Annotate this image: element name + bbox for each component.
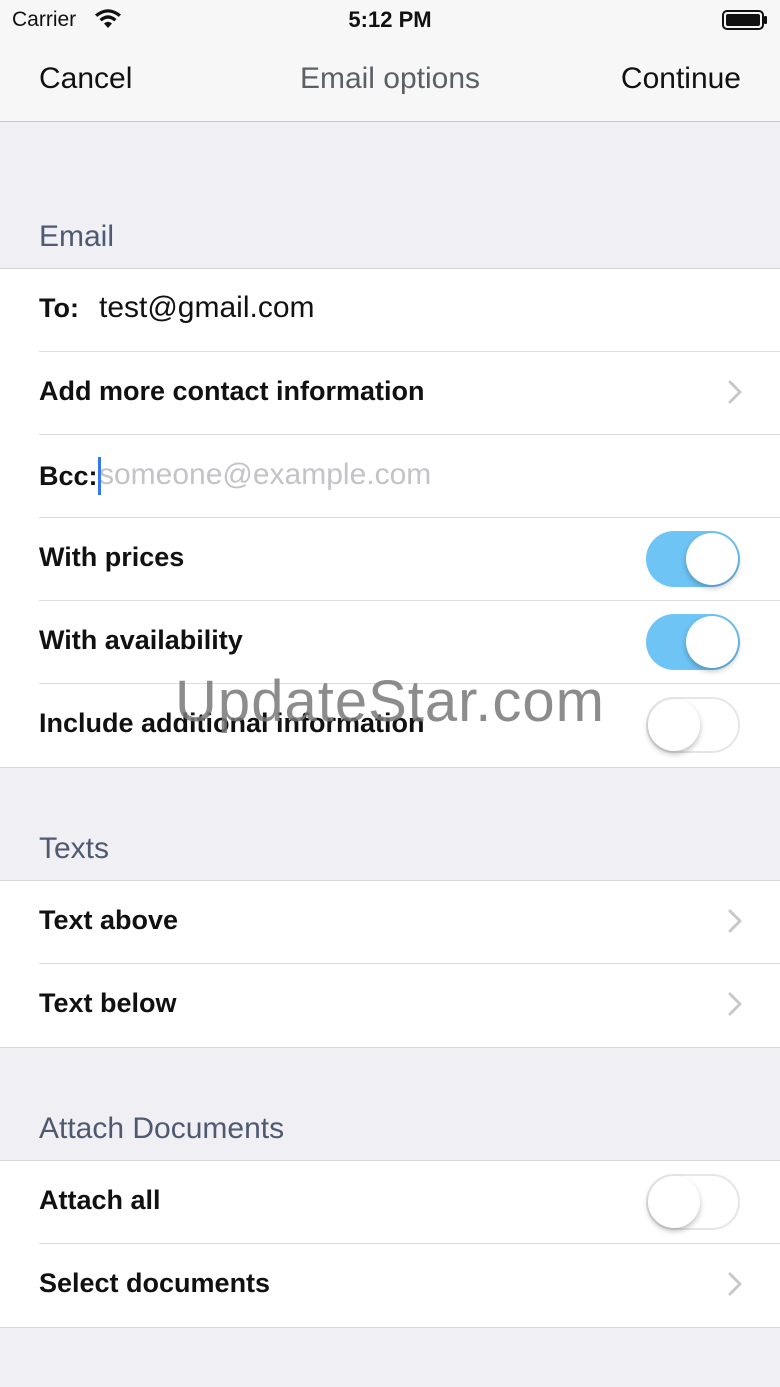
status-time: 5:12 PM	[348, 7, 432, 32]
with-prices-row: With prices	[39, 518, 780, 601]
toggle-knob	[686, 533, 738, 585]
chevron-right-icon	[728, 909, 742, 933]
chevron-right-icon	[728, 380, 742, 404]
bcc-label: Bcc:	[39, 461, 98, 491]
select-documents-row[interactable]: Select documents	[39, 1244, 780, 1327]
section-header-attach-documents: Attach Documents	[39, 1112, 285, 1145]
add-contact-row[interactable]: Add more contact information	[39, 352, 780, 435]
with-prices-label: With prices	[39, 542, 185, 572]
to-value[interactable]: test@gmail.com	[99, 291, 315, 325]
attach-all-row: Attach all	[39, 1161, 780, 1244]
continue-button[interactable]: Continue	[621, 62, 741, 96]
toggle-knob	[686, 616, 738, 668]
battery-icon	[722, 10, 767, 30]
text-above-label: Text above	[39, 905, 179, 935]
additional-info-row: Include additional information	[39, 684, 780, 767]
attach-all-label: Attach all	[39, 1185, 161, 1215]
chevron-right-icon	[728, 1272, 742, 1296]
toggle-knob	[648, 1176, 700, 1228]
additional-info-label: Include additional information	[39, 708, 425, 738]
with-availability-row: With availability	[39, 601, 780, 684]
status-bar: Carrier 5:12 PM	[0, 0, 780, 40]
with-availability-label: With availability	[39, 625, 243, 655]
section-header-texts: Texts	[39, 832, 110, 865]
additional-info-toggle[interactable]	[646, 697, 740, 753]
texts-group: Text above Text below	[0, 880, 780, 1048]
text-below-row[interactable]: Text below	[39, 964, 780, 1047]
to-label: To:	[39, 293, 79, 323]
chevron-right-icon	[728, 992, 742, 1016]
text-below-label: Text below	[39, 988, 177, 1018]
bcc-row[interactable]: Bcc:	[39, 435, 780, 518]
section-header-email: Email	[39, 220, 115, 253]
to-row[interactable]: To: test@gmail.com	[39, 269, 780, 352]
documents-group: Attach all Select documents	[0, 1160, 780, 1328]
bcc-input[interactable]	[99, 455, 719, 495]
attach-all-toggle[interactable]	[646, 1174, 740, 1230]
toggle-knob	[648, 699, 700, 751]
cancel-button[interactable]: Cancel	[39, 62, 132, 96]
add-contact-label: Add more contact information	[39, 376, 425, 406]
navigation-bar: Email options Cancel Continue	[0, 40, 780, 122]
select-documents-label: Select documents	[39, 1268, 271, 1298]
text-above-row[interactable]: Text above	[39, 881, 780, 964]
with-availability-toggle[interactable]	[646, 614, 740, 670]
email-group: To: test@gmail.com Add more contact info…	[0, 268, 780, 768]
with-prices-toggle[interactable]	[646, 531, 740, 587]
text-cursor	[98, 457, 101, 495]
